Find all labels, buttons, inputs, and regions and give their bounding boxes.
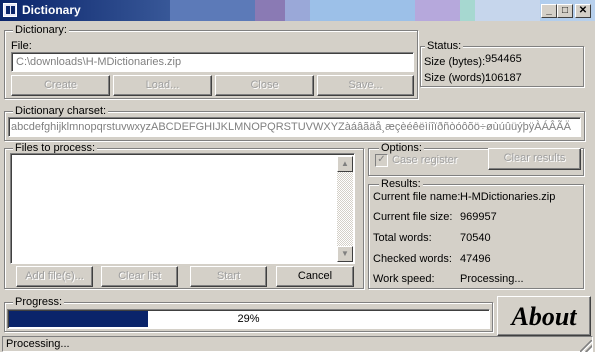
book-icon xyxy=(3,3,17,17)
size-words-value: 106187 xyxy=(485,72,522,84)
minimize-button[interactable]: _ xyxy=(541,4,557,18)
size-bytes-value: 954465 xyxy=(485,53,522,65)
current-file-size-label: Current file size: xyxy=(373,211,453,223)
title-bar-strip xyxy=(255,0,285,21)
case-register-label: Case register xyxy=(392,154,458,166)
dictionary-group-label: Dictionary: xyxy=(13,24,69,36)
total-words-value: 70540 xyxy=(460,232,491,244)
progress-group-label: Progress: xyxy=(13,296,65,308)
total-words-label: Total words: xyxy=(373,232,432,244)
work-speed-label: Work speed: xyxy=(373,273,435,285)
options-group-label: Options: xyxy=(379,142,424,154)
title-bar-strip xyxy=(460,0,475,21)
clear-list-button[interactable]: Clear list xyxy=(101,266,178,287)
case-register-checkbox[interactable]: ✓ xyxy=(375,154,388,167)
size-bytes-label: Size (bytes): xyxy=(424,56,486,68)
save-button[interactable]: Save... xyxy=(317,75,414,96)
current-file-name-value: H-MDictionaries.zip xyxy=(460,191,556,203)
checked-words-value: 47496 xyxy=(460,253,491,265)
title-bar-strip xyxy=(285,0,310,21)
close-window-button[interactable]: ✕ xyxy=(575,4,591,18)
status-group-label: Status: xyxy=(425,40,464,52)
work-speed-value: Processing... xyxy=(460,273,524,285)
title-bar-strip xyxy=(310,0,415,21)
scroll-down-icon[interactable]: ▼ xyxy=(337,246,353,262)
size-words-label: Size (words): xyxy=(424,72,489,84)
file-path-value: C:\downloads\H-MDictionaries.zip xyxy=(16,56,182,68)
file-path-field[interactable]: C:\downloads\H-MDictionaries.zip xyxy=(11,52,414,72)
title-bar[interactable] xyxy=(0,0,595,21)
progress-bar: 29% xyxy=(7,309,490,329)
title-bar-strip xyxy=(170,0,255,21)
status-bar-text: Processing... xyxy=(6,338,70,350)
title-bar-strip xyxy=(415,0,460,21)
cancel-button[interactable]: Cancel xyxy=(276,266,354,287)
load-button[interactable]: Load... xyxy=(113,75,212,96)
add-files-button[interactable]: Add file(s)... xyxy=(16,266,93,287)
create-button[interactable]: Create xyxy=(11,75,110,96)
charset-field[interactable]: abcdefghijklmnopqrstuvwxyzABCDEFGHIJKLMN… xyxy=(8,117,581,137)
charset-value: abcdefghijklmnopqrstuvwxyzABCDEFGHIJKLMN… xyxy=(11,121,571,133)
maximize-button[interactable]: □ xyxy=(557,4,573,18)
file-label: File: xyxy=(11,40,32,52)
files-list[interactable] xyxy=(10,153,355,264)
scroll-up-icon[interactable]: ▲ xyxy=(337,156,353,172)
close-button[interactable]: Close xyxy=(215,75,314,96)
results-group-label: Results: xyxy=(379,178,423,190)
status-bar: Processing... xyxy=(2,336,593,352)
start-button[interactable]: Start xyxy=(190,266,267,287)
clear-results-button[interactable]: Clear results xyxy=(488,148,581,170)
current-file-name-label: Current file name: xyxy=(373,191,461,203)
about-button[interactable]: About xyxy=(497,296,591,336)
charset-group-label: Dictionary charset: xyxy=(13,105,109,117)
progress-percent: 29% xyxy=(237,313,260,325)
title-bar-strip xyxy=(475,0,540,21)
current-file-size-value: 969957 xyxy=(460,211,497,223)
resize-grip-icon[interactable] xyxy=(580,340,592,352)
window-title: Dictionary xyxy=(22,3,81,17)
checked-words-label: Checked words: xyxy=(373,253,452,265)
